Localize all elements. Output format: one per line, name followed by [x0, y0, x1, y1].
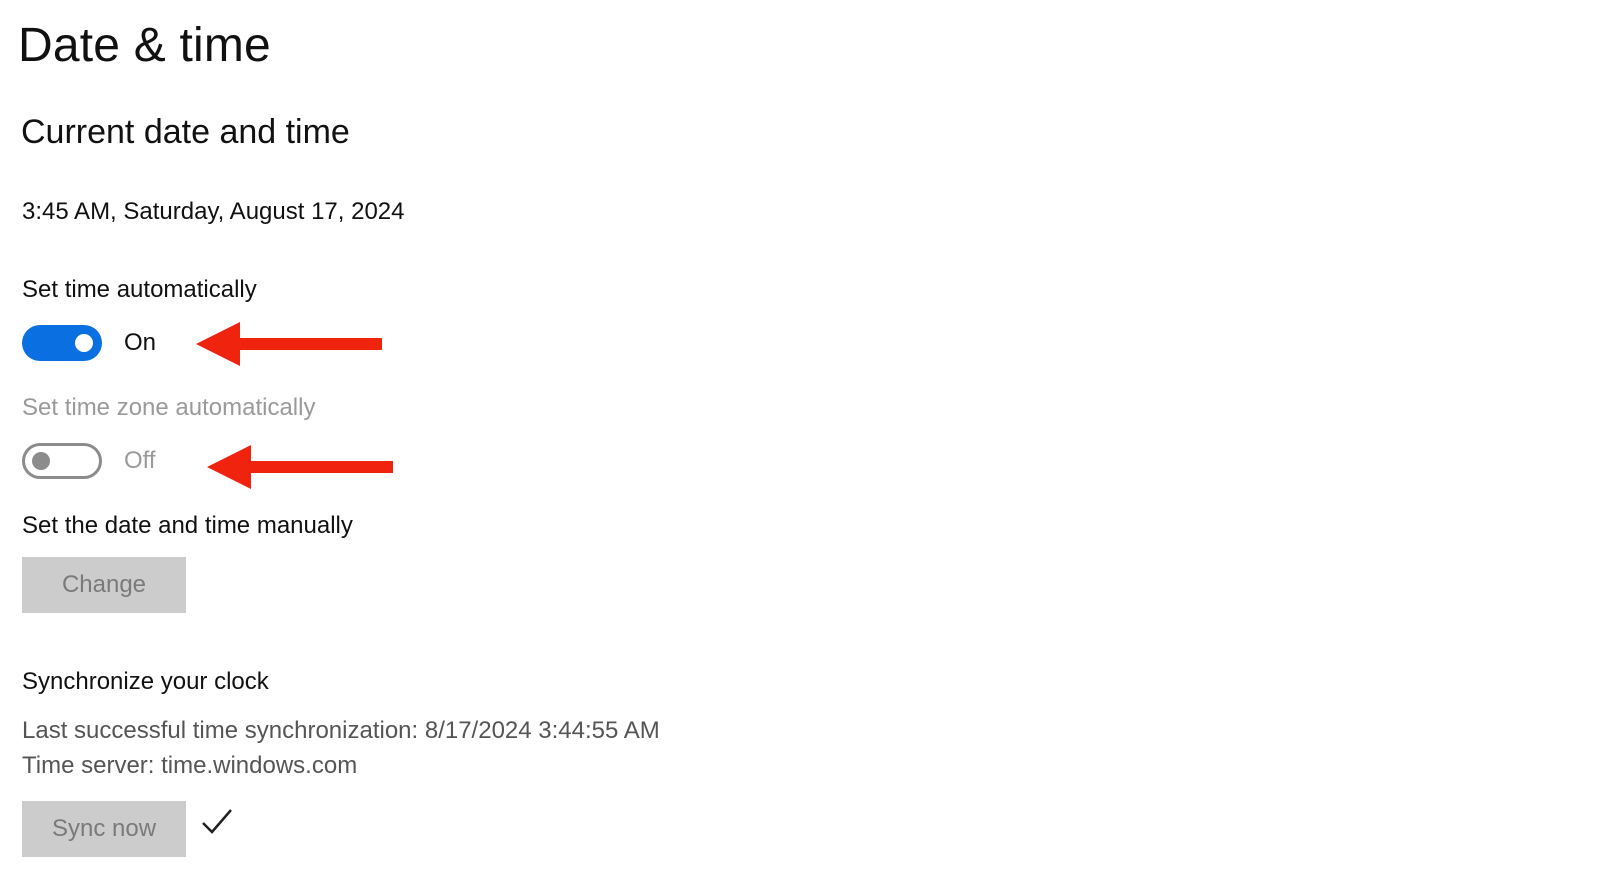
- set-time-automatically-label: Set time automatically: [22, 276, 257, 303]
- sync-now-button[interactable]: Sync now: [22, 801, 186, 857]
- page-title: Date & time: [18, 19, 271, 72]
- set-time-zone-automatically-label: Set time zone automatically: [22, 394, 316, 421]
- left-arrow-icon: [207, 445, 393, 489]
- checkmark-icon: [202, 809, 232, 834]
- left-arrow-icon: [196, 322, 382, 366]
- time-server-info: Time server: time.windows.com: [22, 752, 358, 779]
- set-time-zone-automatically-row: Off: [22, 441, 156, 481]
- set-time-zone-automatically-toggle[interactable]: [22, 443, 102, 479]
- set-time-zone-automatically-state: Off: [124, 447, 156, 474]
- toggle-knob: [32, 452, 50, 470]
- last-sync-info: Last successful time synchronization: 8/…: [22, 717, 660, 744]
- toggle-knob: [75, 334, 93, 352]
- synchronize-clock-heading: Synchronize your clock: [22, 668, 269, 695]
- set-time-automatically-state: On: [124, 329, 157, 356]
- change-button[interactable]: Change: [22, 557, 186, 613]
- set-time-automatically-toggle[interactable]: [22, 325, 102, 361]
- set-date-time-manually-label: Set the date and time manually: [22, 512, 353, 539]
- set-time-automatically-row: On: [22, 323, 156, 363]
- current-date-time-heading: Current date and time: [21, 113, 350, 151]
- current-date-time-value: 3:45 AM, Saturday, August 17, 2024: [22, 198, 405, 225]
